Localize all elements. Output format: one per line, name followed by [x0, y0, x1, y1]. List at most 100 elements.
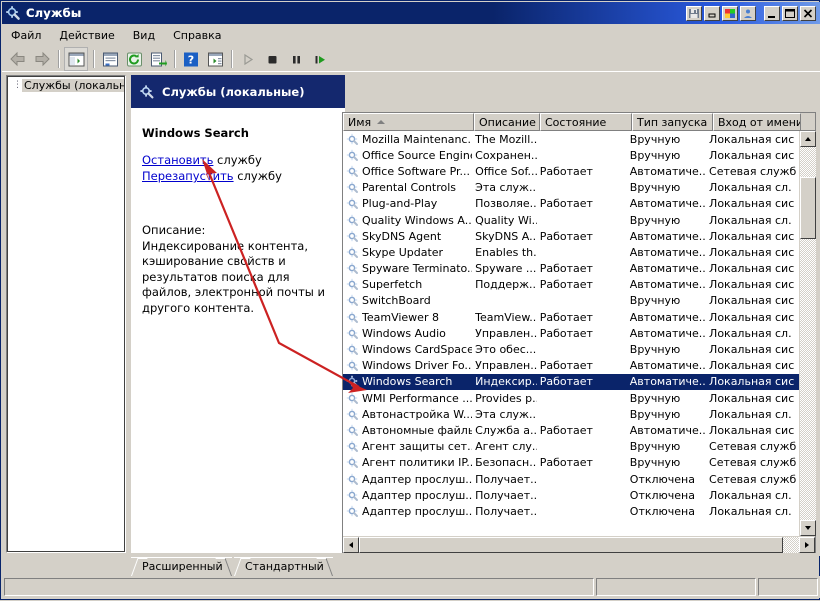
table-row[interactable]: Mozilla Maintenanc... The Mozill... Вручну…: [343, 131, 799, 147]
status-panel-second: [596, 578, 756, 596]
scroll-up-button[interactable]: [800, 131, 816, 147]
table-row[interactable]: Windows Driver Fo... Управлен... Работает А…: [343, 358, 799, 374]
table-row[interactable]: Агент политики IP... Безопасн... Работает В…: [343, 455, 799, 471]
cell-startup: Отключена: [629, 472, 695, 486]
table-row[interactable]: Windows CardSpace Это обес... Вручную Локал…: [343, 341, 799, 357]
tab-extended[interactable]: Расширенный: [131, 557, 232, 574]
start-service-icon[interactable]: [237, 48, 259, 70]
horizontal-scroll-thumb[interactable]: [359, 537, 783, 553]
tab-standard[interactable]: Стандартный: [234, 557, 333, 574]
service-name-label: Windows Audio: [362, 326, 446, 340]
stop-service-link[interactable]: Остановить: [142, 153, 213, 167]
close-button[interactable]: [800, 5, 816, 21]
table-row[interactable]: Адаптер прослуш... Получает... Отключена Ло…: [343, 503, 799, 519]
table-row[interactable]: Автономные файлы Служба а... Работает Автом…: [343, 422, 799, 438]
tree-expander-icon[interactable]: ⋮: [13, 81, 22, 90]
table-row[interactable]: TeamViewer 8 TeamView... Работает Автоматич…: [343, 309, 799, 325]
toolbar-separator: [174, 50, 175, 68]
column-header-1[interactable]: Описание: [474, 113, 540, 131]
minimize-mmc-icon[interactable]: [704, 5, 720, 21]
menu-help[interactable]: Справка: [164, 26, 230, 45]
table-row[interactable]: Parental Controls Эта служ... Вручную Локал…: [343, 180, 799, 196]
services-window: Службы Файл Действие Вид Справка ? ⋮ Слу…: [0, 0, 820, 600]
table-row[interactable]: Plug-and-Play Позволяе... Работает Автомати…: [343, 196, 799, 212]
back-arrow-icon[interactable]: [7, 48, 29, 70]
cell-name: Windows Driver Fo...: [343, 359, 472, 372]
table-row[interactable]: Windows Search Индексир... Работает Автомат…: [343, 373, 799, 390]
maximize-button[interactable]: [782, 5, 798, 21]
vertical-scrollbar[interactable]: [799, 131, 816, 536]
column-header-2[interactable]: Состояние: [540, 113, 632, 131]
scroll-down-button[interactable]: [800, 520, 816, 536]
table-row[interactable]: Quality Windows A... Quality Wi... Вручную…: [343, 212, 799, 228]
table-row[interactable]: SkyDNS Agent SkyDNS A... Работает Автоматич…: [343, 228, 799, 244]
scroll-left-button[interactable]: [343, 537, 359, 553]
export-list-icon[interactable]: [147, 48, 169, 70]
tree-item-services-local[interactable]: ⋮ Службы (локальные): [13, 79, 124, 92]
tab-label: Стандартный: [245, 559, 324, 573]
service-name-label: Windows Search: [362, 375, 453, 389]
vertical-scroll-thumb[interactable]: [800, 177, 816, 239]
restart-service-link[interactable]: Перезапустить: [142, 169, 234, 183]
horizontal-scrollbar[interactable]: [343, 536, 815, 553]
description-label: Описание:: [142, 223, 206, 237]
forward-arrow-icon[interactable]: [31, 48, 53, 70]
table-row[interactable]: Office Software Pr... Office Sof... Работа…: [343, 163, 799, 179]
service-gear-icon: [346, 343, 359, 356]
cell-desc: Позволяе...: [475, 197, 537, 211]
refresh-icon[interactable]: [123, 48, 145, 70]
cell-startup: Автоматиче...: [629, 359, 707, 373]
service-gear-icon: [346, 214, 359, 227]
table-row[interactable]: Автонастройка W... Эта служ... Вручную Лока…: [343, 406, 799, 422]
properties-icon[interactable]: [99, 48, 121, 70]
cell-startup: Вручную: [629, 407, 681, 421]
service-name-label: Office Source Engine: [362, 148, 473, 162]
table-row[interactable]: WMI Performance ... Provides p... Вручную Л…: [343, 390, 799, 406]
cell-startup: Автоматиче...: [629, 229, 707, 243]
menu-view[interactable]: Вид: [124, 26, 164, 45]
table-row[interactable]: Skype Updater Enables th... Автоматиче...Л…: [343, 244, 799, 260]
table-row[interactable]: Spyware Terminato... Spyware ... Работает А…: [343, 261, 799, 277]
table-row[interactable]: Superfetch Поддерж... Работает Автоматиче..…: [343, 277, 799, 293]
cell-desc: Получает...: [475, 504, 537, 518]
service-gear-icon: [346, 489, 359, 502]
cell-name: Адаптер прослуш...: [343, 505, 472, 518]
menu-action[interactable]: Действие: [50, 26, 123, 45]
menu-file[interactable]: Файл: [2, 26, 50, 45]
cell-logon: Локальная сис: [709, 375, 795, 389]
column-header-3[interactable]: Тип запуска: [632, 113, 713, 131]
stop-service-icon[interactable]: [261, 48, 283, 70]
cell-desc: Enables th...: [475, 245, 537, 259]
table-row[interactable]: Windows Audio Управлен... Работает Автомати…: [343, 325, 799, 341]
service-gear-icon: [346, 424, 359, 437]
minimize-button[interactable]: [764, 5, 780, 21]
cell-logon: Локальная сис: [709, 343, 795, 357]
show-action-pane-icon[interactable]: [204, 48, 226, 70]
restart-service-icon[interactable]: [309, 48, 331, 70]
service-name-label: Агент защиты сет...: [362, 440, 473, 454]
service-gear-icon: [346, 165, 359, 178]
scroll-right-button[interactable]: [799, 537, 815, 553]
cell-startup: Автоматиче...: [629, 197, 707, 211]
service-gear-icon: [346, 149, 359, 162]
cell-desc: Управлен...: [475, 326, 537, 340]
cell-logon: Локальная сис: [709, 197, 795, 211]
services-gear-icon: [139, 84, 155, 100]
pause-service-icon[interactable]: [285, 48, 307, 70]
cell-desc: The Mozill...: [475, 132, 537, 146]
column-header-4[interactable]: Вход от имени: [713, 113, 801, 131]
help-person-icon[interactable]: [740, 5, 756, 21]
table-row[interactable]: Агент защиты сет... Агент слу... Вручную Се…: [343, 439, 799, 455]
cell-state: Работает: [539, 164, 593, 178]
table-row[interactable]: Office Source Engine Сохранен... Вручную Ло…: [343, 147, 799, 163]
table-row[interactable]: Адаптер прослуш... Получает... Отключена Ло…: [343, 487, 799, 503]
save-icon[interactable]: [686, 5, 702, 21]
cell-logon: Локальная сис: [709, 359, 795, 373]
help-icon[interactable]: ?: [180, 48, 202, 70]
table-row[interactable]: SwitchBoard Вручную Локальная сис: [343, 293, 799, 309]
table-row[interactable]: Адаптер прослуш... Получает... Отключена Се…: [343, 471, 799, 487]
console-icon[interactable]: [722, 5, 738, 21]
show-hide-tree-icon[interactable]: [64, 47, 88, 71]
cell-desc: Quality Wi...: [475, 213, 537, 227]
column-header-0[interactable]: Имя: [343, 113, 474, 131]
